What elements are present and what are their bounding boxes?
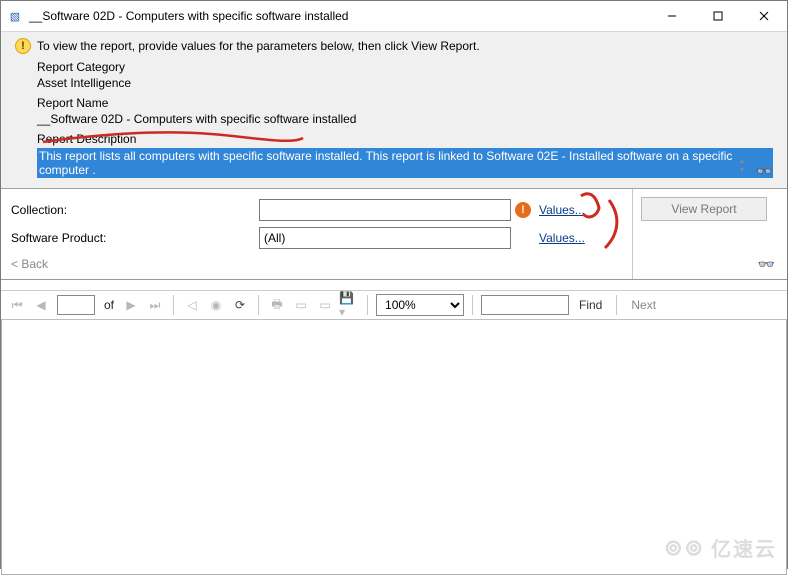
zoom-select[interactable]: 100% <box>376 294 464 316</box>
binoculars-icon-2[interactable]: 👓 <box>758 256 775 273</box>
info-icon: ! <box>15 38 31 54</box>
info-panel: ! To view the report, provide values for… <box>1 31 787 189</box>
product-input[interactable] <box>259 227 511 249</box>
print-button[interactable]: 🖶 <box>267 295 287 315</box>
page-setup-button[interactable]: ▭ <box>291 295 311 315</box>
product-values-link[interactable]: Values... <box>539 231 585 245</box>
report-body <box>1 320 787 575</box>
layout-button[interactable]: ▭ <box>315 295 335 315</box>
titlebar: ▧ __Software 02D - Computers with specif… <box>1 1 787 31</box>
binoculars-icon[interactable]: 👓 <box>756 163 773 180</box>
category-value: Asset Intelligence <box>37 76 773 90</box>
next-page-button[interactable]: ▶ <box>121 295 141 315</box>
product-label: Software Product: <box>11 231 259 245</box>
name-label: Report Name <box>37 96 773 110</box>
window-controls <box>649 1 787 31</box>
collection-input[interactable] <box>259 199 511 221</box>
export-button[interactable]: 💾▾ <box>339 295 359 315</box>
close-button[interactable] <box>741 1 787 31</box>
collection-values-link[interactable]: Values... <box>539 203 585 217</box>
param-area: Collection: ! Values... Software Product… <box>1 189 787 280</box>
prev-page-button[interactable]: ◀ <box>31 295 51 315</box>
info-hint: To view the report, provide values for t… <box>37 39 480 53</box>
last-page-button[interactable]: ⏭ <box>145 295 165 315</box>
warning-icon: ! <box>515 202 531 218</box>
page-of-label: of <box>104 298 114 312</box>
minimize-button[interactable] <box>649 1 695 31</box>
stop-button[interactable]: ◉ <box>206 295 226 315</box>
back-history-button[interactable]: ◁ <box>182 295 202 315</box>
name-value: __Software 02D - Computers with specific… <box>37 112 773 126</box>
back-link[interactable]: < Back <box>11 257 48 271</box>
refresh-button[interactable]: ⟳ <box>230 295 250 315</box>
find-input[interactable] <box>481 295 569 315</box>
report-toolbar: ⏮ ◀ of ▶ ⏭ ◁ ◉ ⟳ 🖶 ▭ ▭ 💾▾ 100% Find Next <box>1 290 787 320</box>
page-number-input[interactable] <box>57 295 95 315</box>
maximize-button[interactable] <box>695 1 741 31</box>
window-title: __Software 02D - Computers with specific… <box>29 9 348 23</box>
collection-label: Collection: <box>11 203 259 217</box>
find-next-button[interactable]: Next <box>625 298 662 312</box>
view-report-button[interactable]: View Report <box>641 197 767 221</box>
description-label: Report Description <box>37 132 773 146</box>
description-value: This report lists all computers with spe… <box>37 148 773 178</box>
find-button[interactable]: Find <box>573 298 608 312</box>
app-icon: ▧ <box>7 8 23 24</box>
first-page-button[interactable]: ⏮ <box>7 295 27 315</box>
category-label: Report Category <box>37 60 773 74</box>
scroll-updown[interactable]: ▴▾ <box>735 156 749 180</box>
